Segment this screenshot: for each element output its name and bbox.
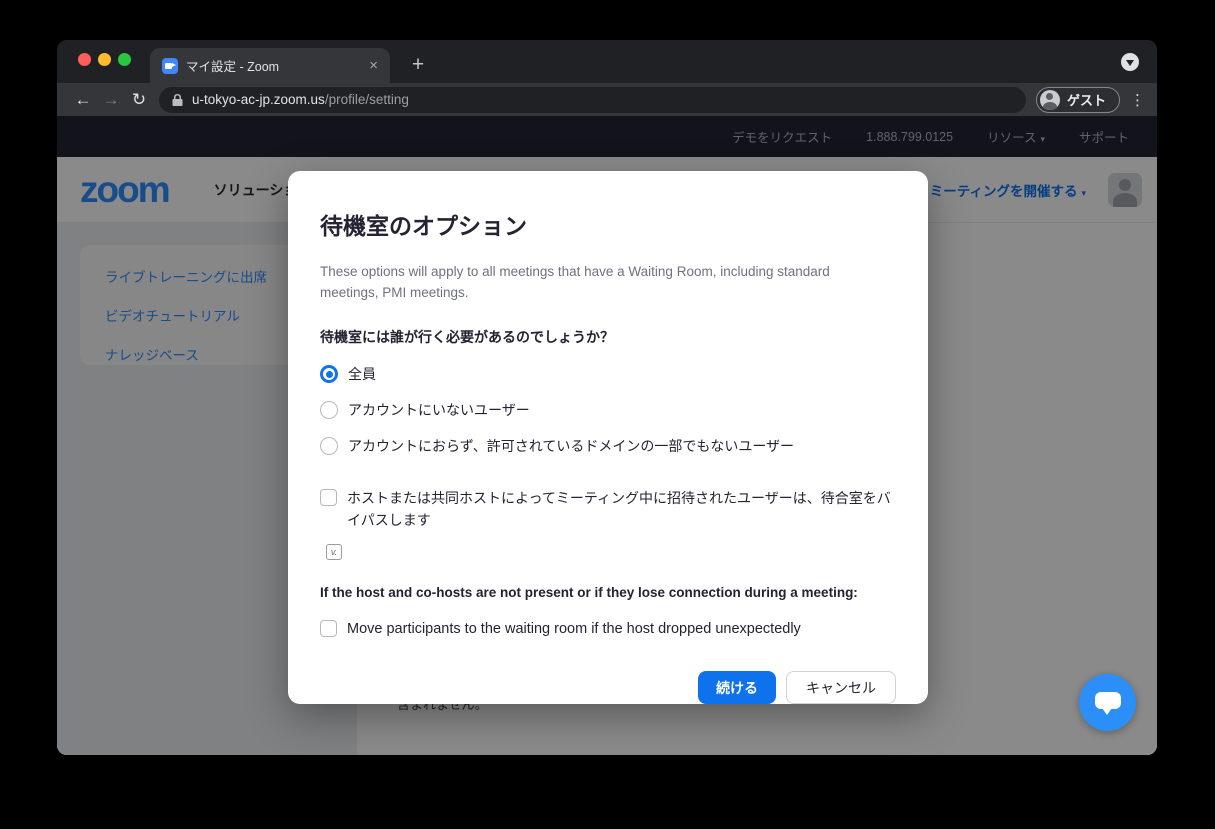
page-viewport: デモをリクエスト 1.888.799.0125 リソース▾ サポート zoom … [57,116,1157,755]
browser-menu-button[interactable]: ⋮ [1130,91,1145,109]
broken-image-icon: v. [326,544,342,560]
close-window-button[interactable] [78,53,91,66]
radio-option-users-not-in-account[interactable]: アカウントにいないユーザー [320,399,896,421]
forward-button[interactable]: → [97,90,125,110]
address-bar[interactable]: u-tokyo-ac-jp.zoom.us/profile/setting [159,87,1026,113]
checkbox-icon[interactable] [320,489,337,506]
reload-button[interactable]: ↻ [125,90,153,110]
close-tab-icon[interactable]: × [369,58,378,73]
guest-avatar-icon [1040,90,1060,110]
radio-icon[interactable] [320,437,338,455]
waiting-room-options-dialog: 待機室のオプション These options will apply to al… [288,171,928,704]
minimize-window-button[interactable] [98,53,111,66]
tab-strip: マイ設定 - Zoom × + [57,40,1157,83]
url-path: /profile/setting [325,92,409,107]
dialog-title: 待機室のオプション [320,207,896,241]
chevron-down-icon [1126,60,1134,66]
chat-widget-button[interactable] [1079,674,1136,731]
radio-option-everyone[interactable]: 全員 [320,363,896,385]
back-button[interactable]: ← [69,90,97,110]
continue-button[interactable]: 続ける [698,671,776,704]
radio-icon[interactable] [320,401,338,419]
url-text: u-tokyo-ac-jp.zoom.us/profile/setting [192,92,409,107]
browser-tab[interactable]: マイ設定 - Zoom × [150,48,390,83]
guest-label: ゲスト [1067,90,1106,109]
move-participants-checkbox-row[interactable]: Move participants to the waiting room if… [320,618,896,640]
cancel-button[interactable]: キャンセル [786,671,896,704]
profile-button[interactable]: ゲスト [1036,87,1120,113]
new-tab-button[interactable]: + [405,52,431,78]
tab-search-button[interactable] [1121,53,1139,71]
dialog-buttons: 続ける キャンセル [320,671,896,704]
zoom-favicon-icon [162,58,178,74]
checkbox-icon[interactable] [320,620,337,637]
radio-icon[interactable] [320,365,338,383]
zoom-window-button[interactable] [118,53,131,66]
lock-icon [172,93,183,107]
host-absent-heading: If the host and co-hosts are not present… [320,585,896,600]
browser-window: マイ設定 - Zoom × + ← → ↻ u-tokyo-ac-jp.zoom… [57,40,1157,755]
bypass-waiting-room-checkbox-row[interactable]: ホストまたは共同ホストによってミーティング中に招待されたユーザーは、待合室をバイ… [320,487,896,531]
traffic-lights [78,53,131,66]
speech-bubble-icon [1095,692,1121,709]
dialog-description: These options will apply to all meetings… [320,261,868,303]
url-host: u-tokyo-ac-jp.zoom.us [192,92,325,107]
browser-toolbar: ← → ↻ u-tokyo-ac-jp.zoom.us/profile/sett… [57,83,1157,116]
radio-option-users-not-in-account-or-domains[interactable]: アカウントにおらず、許可されているドメインの一部でもないユーザー [320,435,896,457]
waiting-room-question: 待機室には誰が行く必要があるのでしょうか？ [320,327,896,347]
tab-title: マイ設定 - Zoom [186,56,361,75]
